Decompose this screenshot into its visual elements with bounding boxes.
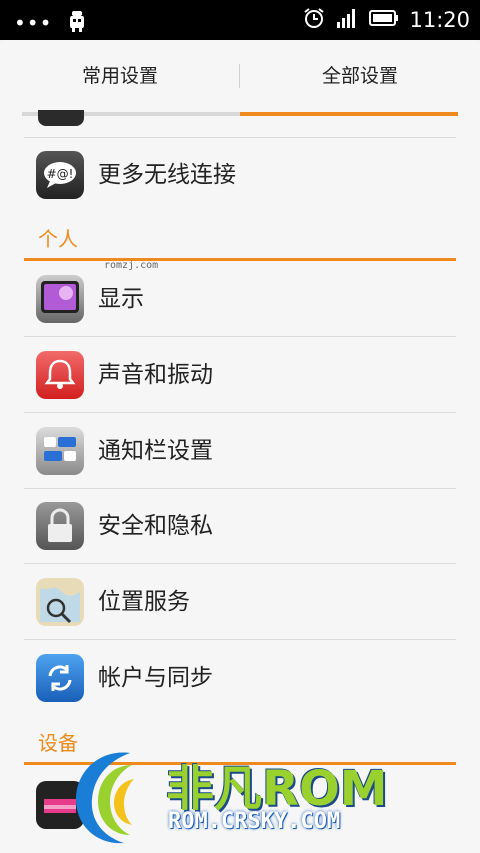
list-item-sound[interactable]: 声音和振动 xyxy=(24,338,456,413)
list-item-label: 声音和振动 xyxy=(98,362,213,388)
more-dots-icon: ••• xyxy=(14,11,53,35)
clock: 11:20 xyxy=(409,8,470,32)
alarm-icon xyxy=(303,7,325,33)
list-item-notification-bar[interactable]: 通知栏设置 xyxy=(24,414,456,489)
android-debug-icon xyxy=(66,10,88,36)
watermark-small: romzj.com xyxy=(104,260,159,271)
location-map-icon xyxy=(36,578,84,626)
list-item-label: 位置服务 xyxy=(98,589,190,615)
signal-icon xyxy=(335,7,359,33)
row-divider xyxy=(24,563,456,564)
sync-icon xyxy=(36,654,84,702)
row-divider xyxy=(24,412,456,413)
partial-row xyxy=(24,102,456,138)
watermark-logo: 非凡ROM ROM.CRSKY.COM xyxy=(70,745,420,851)
settings-panel: 常用设置 全部设置 #@! 更多无线连接 个人 显示 声音和振动 通知栏设置 安… xyxy=(0,40,480,853)
list-item-label: 帐户与同步 xyxy=(98,665,213,691)
status-bar: ••• 11:20 xyxy=(0,0,480,40)
row-divider xyxy=(24,639,456,640)
display-icon xyxy=(36,275,84,323)
bell-icon xyxy=(36,351,84,399)
section-title: 个人 xyxy=(38,227,78,251)
list-item-label: 更多无线连接 xyxy=(98,162,236,188)
list-item-more-wireless[interactable]: #@! 更多无线连接 xyxy=(24,138,456,213)
lock-icon xyxy=(36,502,84,550)
section-divider xyxy=(24,258,456,261)
watermark-site: ROM.CRSKY.COM xyxy=(168,809,341,834)
list-item-label: 显示 xyxy=(98,286,144,312)
list-item-security[interactable]: 安全和隐私 xyxy=(24,489,456,564)
list-item-label: 安全和隐私 xyxy=(98,513,213,539)
list-item-location[interactable]: 位置服务 xyxy=(24,565,456,640)
row-divider xyxy=(24,336,456,337)
logo-swirl-icon xyxy=(76,752,134,844)
svg-text:#@!: #@! xyxy=(47,167,74,181)
more-wireless-icon: #@! xyxy=(36,151,84,199)
list-item-display[interactable]: 显示 xyxy=(24,262,456,337)
battery-icon xyxy=(369,8,399,32)
list-item-account-sync[interactable]: 帐户与同步 xyxy=(24,641,456,716)
notification-bar-icon xyxy=(36,427,84,475)
list-item-label: 通知栏设置 xyxy=(98,438,213,464)
